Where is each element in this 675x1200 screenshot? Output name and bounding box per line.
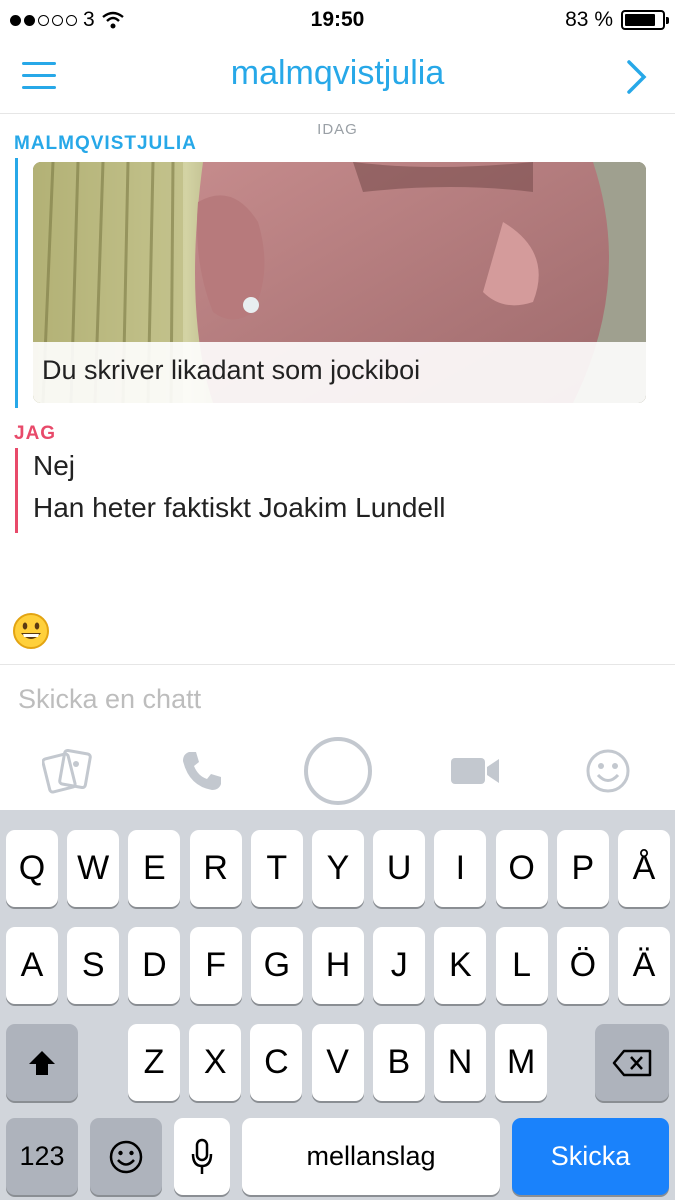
send-key[interactable]: Skicka [512,1118,669,1195]
chat-title[interactable]: malmqvistjulia [0,54,675,93]
memories-icon[interactable] [38,732,98,810]
keyboard: QWERTYUIOPÅ ASDFGHJKLÖÄ ZXCVBNM 123 mell… [0,810,675,1200]
snap-photo[interactable]: Du skriver likadant som jockiboi [33,162,646,403]
key-t[interactable]: T [250,830,303,907]
shift-key[interactable] [6,1024,78,1101]
numbers-key[interactable]: 123 [6,1118,78,1195]
key-å[interactable]: Å [618,830,670,907]
key-l[interactable]: L [495,927,548,1004]
key-ö[interactable]: Ö [556,927,609,1004]
key-m[interactable]: M [495,1024,548,1101]
smiley-icon[interactable] [578,732,638,810]
key-v[interactable]: V [311,1024,364,1101]
chat-actions [0,732,675,810]
snap-caption: Du skriver likadant som jockiboi [42,355,421,385]
key-a[interactable]: A [6,927,58,1004]
sender-label-me: JAG [14,423,57,444]
key-u[interactable]: U [373,830,426,907]
video-icon[interactable] [445,732,505,810]
key-h[interactable]: H [312,927,364,1004]
battery-icon [621,10,669,30]
smiley-face-icon[interactable] [12,612,50,650]
key-w[interactable]: W [67,830,120,907]
capture-button[interactable] [300,732,375,810]
message-text: Han heter faktiskt Joakim Lundell [33,492,446,523]
key-r[interactable]: R [189,830,242,907]
key-e[interactable]: E [128,830,181,907]
key-y[interactable]: Y [312,830,364,907]
key-n[interactable]: N [434,1024,486,1101]
sender-label-other: MALMQVISTJULIA [14,133,197,154]
message-bar-other [15,158,18,408]
chat-input[interactable] [18,680,658,718]
key-o[interactable]: O [495,830,548,907]
key-z[interactable]: Z [128,1024,180,1101]
key-g[interactable]: G [250,927,303,1004]
dictation-key[interactable] [174,1118,230,1195]
key-b[interactable]: B [372,1024,425,1101]
battery-percent: 83 % [565,8,613,31]
key-ä[interactable]: Ä [618,927,670,1004]
phone-icon[interactable] [172,732,232,810]
key-x[interactable]: X [189,1024,242,1101]
chevron-right-icon[interactable] [625,58,649,96]
key-p[interactable]: P [556,830,609,907]
key-c[interactable]: C [250,1024,303,1101]
emoji-key[interactable] [90,1118,162,1195]
input-divider [0,664,675,665]
key-d[interactable]: D [128,927,181,1004]
key-i[interactable]: I [434,830,487,907]
key-k[interactable]: K [434,927,487,1004]
backspace-key[interactable] [595,1024,669,1101]
status-bar: 3 19:50 83 % [0,0,675,38]
key-s[interactable]: S [67,927,120,1004]
key-f[interactable]: F [189,927,242,1004]
key-j[interactable]: J [373,927,426,1004]
space-key[interactable]: mellanslag [242,1118,500,1195]
chat-header: malmqvistjulia [0,38,675,114]
message-bar-me [15,448,18,533]
key-q[interactable]: Q [6,830,58,907]
message-text: Nej [33,450,76,481]
